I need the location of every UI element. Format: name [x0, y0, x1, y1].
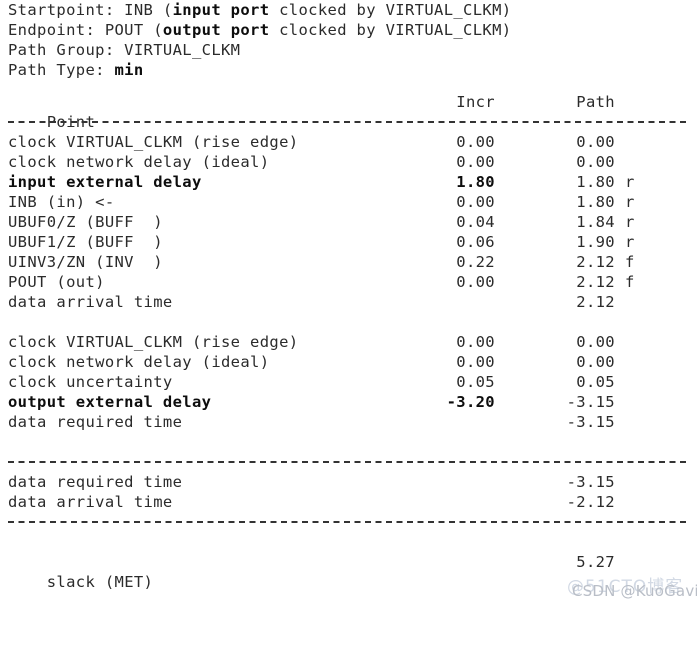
path-type-prefix: Path Type:	[8, 61, 115, 79]
table-row: UBUF0/Z (BUFF ) 0.04 1.84 r	[0, 212, 697, 232]
row-path: 1.90	[576, 233, 615, 251]
divider-rule	[8, 121, 689, 123]
row-path: 0.00	[576, 333, 615, 351]
block-gap-3	[0, 532, 697, 552]
table-row: clock VIRTUAL_CLKM (rise edge) 0.00 0.00	[0, 132, 697, 152]
header-line-path-type: Path Type: min	[0, 60, 697, 80]
row-flag: f	[625, 253, 635, 271]
table-row: clock uncertainty 0.05 0.05	[0, 372, 697, 392]
divider-rule	[8, 461, 689, 463]
row-flag: r	[625, 213, 635, 231]
row-path: 0.00	[576, 133, 615, 151]
endpoint-suffix: clocked by VIRTUAL_CLKM)	[269, 21, 512, 39]
row-flag: f	[625, 273, 635, 291]
table-row-data-arrival-time: data arrival time 2.12	[0, 292, 697, 312]
divider-top	[0, 112, 697, 132]
row-path: 1.84	[576, 213, 615, 231]
row-path: 1.80	[576, 173, 615, 191]
column-header-row: Point Incr Path	[0, 92, 697, 131]
path-type-bold: min	[114, 61, 144, 79]
row-flag: r	[625, 193, 635, 211]
summary-row-data-required-time: data required time -3.15	[0, 472, 697, 492]
table-row: clock VIRTUAL_CLKM (rise edge) 0.00 0.00	[0, 332, 697, 352]
slack-row: slack (MET) 5.27	[0, 552, 697, 591]
endpoint-bold: output port	[162, 21, 270, 39]
column-header-path: Path	[576, 93, 615, 111]
table-row: clock network delay (ideal) 0.00 0.00	[0, 352, 697, 372]
slack-value: 5.27	[576, 553, 615, 571]
table-row: UBUF1/Z (BUFF ) 0.06 1.90 r	[0, 232, 697, 252]
header-line-startpoint: Startpoint: INB (input port clocked by V…	[0, 0, 697, 20]
watermark-csdn: CSDN @KuoGavin	[572, 582, 697, 600]
slack-label: slack (MET)	[46, 573, 154, 591]
row-path: -3.15	[566, 413, 615, 431]
table-row: clock network delay (ideal) 0.00 0.00	[0, 152, 697, 172]
startpoint-bold: input port	[172, 1, 270, 19]
arrival-path-rows: clock VIRTUAL_CLKM (rise edge) 0.00 0.00 c…	[0, 132, 697, 312]
watermark-51cto: @51CTO博客	[567, 577, 684, 597]
endpoint-prefix: Endpoint: POUT (	[8, 21, 163, 39]
path-group-prefix: Path Group: VIRTUAL_CLKM	[8, 41, 241, 59]
row-path: 2.12	[576, 273, 615, 291]
table-row-data-required-time: data required time -3.15	[0, 412, 697, 432]
header-line-path-group: Path Group: VIRTUAL_CLKM	[0, 40, 697, 60]
startpoint-suffix: clocked by VIRTUAL_CLKM)	[269, 1, 512, 19]
summary-rows: data required time -3.15 data arrival tim…	[0, 472, 697, 512]
row-path: -3.15	[566, 393, 615, 411]
row-path: 2.12	[576, 293, 615, 311]
divider-bottom	[0, 512, 697, 532]
row-path: 1.80	[576, 193, 615, 211]
block-gap-1	[0, 312, 697, 332]
row-path: 0.05	[576, 373, 615, 391]
row-path: -3.15	[566, 473, 615, 491]
header-line-endpoint: Endpoint: POUT (output port clocked by V…	[0, 20, 697, 40]
divider-middle	[0, 452, 697, 472]
report-header: Startpoint: INB (input port clocked by V…	[0, 0, 697, 80]
row-path: 2.12	[576, 253, 615, 271]
row-path: 0.00	[576, 153, 615, 171]
row-path: -2.12	[566, 493, 615, 511]
header-gap	[0, 80, 697, 92]
row-flag: r	[625, 173, 635, 191]
block-gap-2	[0, 432, 697, 452]
row-flag: r	[625, 233, 635, 251]
row-path: 0.00	[576, 353, 615, 371]
table-row: output external delay -3.20 -3.15	[0, 392, 697, 412]
table-row: UINV3/ZN (INV ) 0.22 2.12 f	[0, 252, 697, 272]
table-row: input external delay 1.80 1.80 r	[0, 172, 697, 192]
startpoint-prefix: Startpoint: INB (	[8, 1, 173, 19]
table-row: POUT (out) 0.00 2.12 f	[0, 272, 697, 292]
table-row: INB (in) <- 0.00 1.80 r	[0, 192, 697, 212]
required-path-rows: clock VIRTUAL_CLKM (rise edge) 0.00 0.00 c…	[0, 332, 697, 432]
timing-report: Startpoint: INB (input port clocked by V…	[0, 0, 697, 611]
divider-rule	[8, 521, 689, 523]
summary-row-data-arrival-time: data arrival time -2.12	[0, 492, 697, 512]
